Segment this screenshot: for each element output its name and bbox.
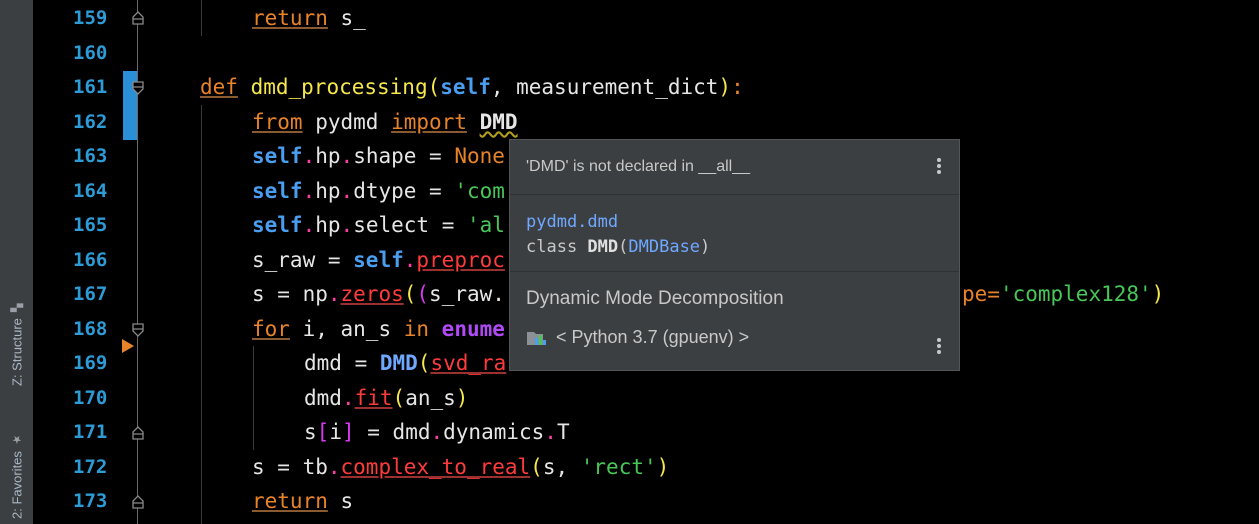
code-line[interactable]: s = np.zeros((s_raw. xyxy=(252,277,505,311)
fold-start-icon[interactable] xyxy=(131,81,145,95)
module-link[interactable]: pydmd.dmd xyxy=(526,212,618,232)
star-icon: ★ xyxy=(11,432,24,446)
line-number: 170 xyxy=(73,387,108,409)
code-line[interactable]: s[i] = dmd.dynamics.T xyxy=(304,415,570,449)
code-line[interactable]: def dmd_processing(self, measurement_dic… xyxy=(200,70,744,104)
line-number: 159 xyxy=(73,7,108,29)
environment-label: < Python 3.7 (gpuenv) > xyxy=(556,327,750,347)
code-line[interactable]: dmd.fit(an_s) xyxy=(304,381,468,415)
fold-end-icon[interactable] xyxy=(131,495,145,509)
code-line[interactable]: self.hp.select = 'al xyxy=(252,208,505,242)
structure-tab-label: Z: Structure xyxy=(9,318,25,387)
breakpoint-arrow-icon[interactable] xyxy=(122,339,134,353)
popup-signature: pydmd.dmd class DMD(DMDBase) xyxy=(510,195,959,272)
environment-row[interactable]: < Python 3.7 (gpuenv) > xyxy=(526,327,749,348)
code-line[interactable]: s_raw = self.preproc xyxy=(252,243,505,277)
indent-guide xyxy=(253,346,254,450)
code-line[interactable]: return s xyxy=(252,484,353,518)
inspection-message: 'DMD' is not declared in __all__ xyxy=(526,158,750,175)
fold-guide-line xyxy=(137,0,138,524)
code-line[interactable]: s = tb.complex_to_real(s, 'rect') xyxy=(252,450,669,484)
line-number: 166 xyxy=(73,249,108,271)
code-line-tail[interactable]: pe='complex128') xyxy=(962,277,1164,311)
tool-window-strip: Z: Structure ▚ 2: Favorites ★ xyxy=(0,0,34,524)
line-number: 167 xyxy=(73,283,108,305)
python-sdk-icon xyxy=(526,329,548,347)
favorites-tab-label: 2: Favorites xyxy=(9,451,25,520)
code-line[interactable]: from pydmd import DMD xyxy=(252,105,518,139)
fold-start-icon[interactable] xyxy=(131,323,145,337)
more-vertical-icon[interactable] xyxy=(936,156,942,176)
line-number: 173 xyxy=(73,490,108,512)
line-number: 165 xyxy=(73,214,108,236)
code-line[interactable]: self.hp.shape = None xyxy=(252,139,505,173)
line-number: 171 xyxy=(73,421,108,443)
line-number: 172 xyxy=(73,456,108,478)
line-number: 163 xyxy=(73,145,108,167)
inspection-popup[interactable]: 'DMD' is not declared in __all__ pydmd.d… xyxy=(509,139,960,371)
indent-guide xyxy=(201,105,202,524)
code-line[interactable]: dmd = DMD(svd_ra xyxy=(304,346,506,380)
base-class-link[interactable]: DMDBase xyxy=(628,237,700,257)
class-signature: class DMD(DMDBase) xyxy=(526,237,711,257)
line-number: 160 xyxy=(73,42,108,64)
structure-icon: ▚ xyxy=(11,303,24,313)
line-number: 164 xyxy=(73,180,108,202)
doc-description: Dynamic Mode Decomposition xyxy=(526,288,784,309)
code-line[interactable]: return s_ xyxy=(252,1,366,35)
fold-end-icon[interactable] xyxy=(131,11,145,25)
fold-end-icon[interactable] xyxy=(131,426,145,440)
warning-symbol[interactable]: DMD xyxy=(480,110,518,134)
indent-guide xyxy=(201,0,202,36)
structure-tab[interactable]: Z: Structure ▚ xyxy=(2,285,32,405)
favorites-tab[interactable]: 2: Favorites ★ xyxy=(2,428,32,524)
more-vertical-icon[interactable] xyxy=(936,336,942,356)
popup-header: 'DMD' is not declared in __all__ xyxy=(510,140,959,195)
code-line[interactable]: self.hp.dtype = 'com xyxy=(252,174,505,208)
code-line[interactable]: for i, an_s in enume xyxy=(252,312,505,346)
